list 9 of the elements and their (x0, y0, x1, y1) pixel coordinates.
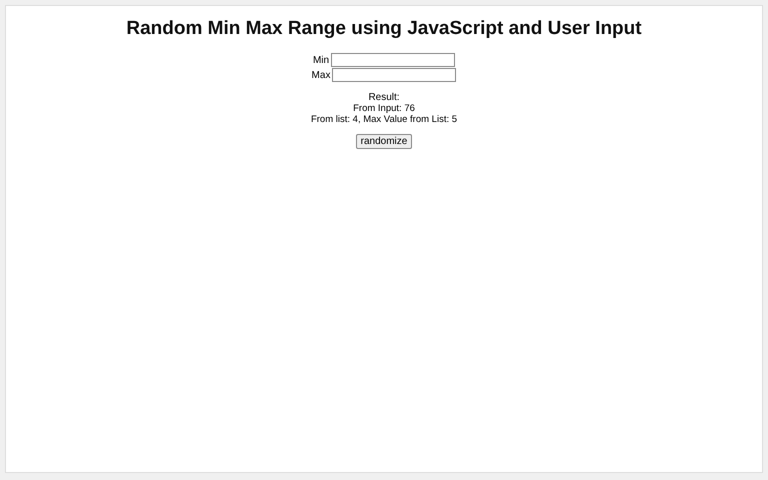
result-text: From Input: 76 (352, 103, 416, 114)
result-text: From list: 4, Max Value from List: 5 (310, 114, 458, 125)
randomize-button[interactable]: randomize (356, 134, 412, 149)
input-field[interactable] (331, 53, 456, 67)
field-label: Max (312, 70, 330, 80)
input-field[interactable] (332, 68, 456, 82)
page-title: Random Min Max Range using JavaScript and User Input (126, 18, 642, 40)
field-label: Min (312, 54, 330, 66)
result-heading: Result: (367, 92, 401, 103)
